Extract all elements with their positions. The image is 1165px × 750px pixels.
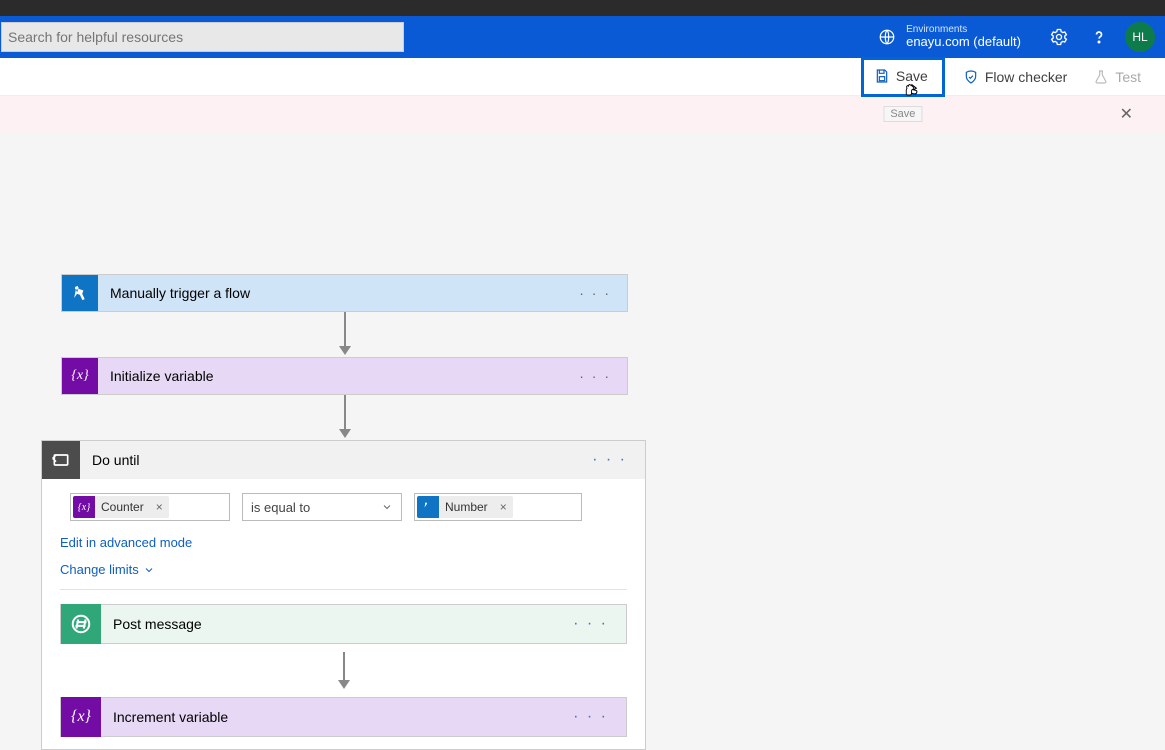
post-message-label: Post message xyxy=(101,616,555,632)
settings-button[interactable] xyxy=(1042,20,1076,54)
environment-icon xyxy=(878,28,896,46)
search-input[interactable] xyxy=(1,22,404,52)
condition-right-input[interactable]: Number × xyxy=(414,493,582,521)
save-icon xyxy=(874,68,890,84)
change-limits-link[interactable]: Change limits xyxy=(60,562,627,577)
close-icon[interactable]: ✕ xyxy=(1120,104,1133,124)
condition-row: {x} Counter × is equal to Number xyxy=(70,493,627,521)
chevron-down-icon xyxy=(381,501,393,513)
token-remove[interactable]: × xyxy=(150,496,169,518)
trigger-label: Manually trigger a flow xyxy=(98,285,563,301)
variable-icon: {x} xyxy=(62,358,98,394)
condition-left-input[interactable]: {x} Counter × xyxy=(70,493,230,521)
environment-name: enayu.com (default) xyxy=(906,35,1021,49)
number-token[interactable]: Number × xyxy=(417,496,513,518)
save-button[interactable]: Save Save xyxy=(861,57,945,97)
token-text: Counter xyxy=(95,496,150,518)
variable-icon: {x} xyxy=(61,697,101,737)
post-message-menu[interactable]: · · · xyxy=(555,615,626,633)
arrow-icon xyxy=(339,312,351,355)
test-button[interactable]: Test xyxy=(1087,65,1147,89)
checker-icon xyxy=(963,69,979,85)
arrow-icon xyxy=(339,395,351,438)
hash-icon xyxy=(61,604,101,644)
token-remove[interactable]: × xyxy=(494,496,513,518)
test-icon xyxy=(1093,69,1109,85)
increment-label: Increment variable xyxy=(101,709,555,725)
post-message-card[interactable]: Post message · · · xyxy=(60,604,627,644)
init-menu[interactable]: · · · xyxy=(563,368,627,384)
trigger-menu[interactable]: · · · xyxy=(563,285,627,301)
editor-toolbar: Save Save Flow checker Test xyxy=(0,58,1165,96)
increment-menu[interactable]: · · · xyxy=(555,708,626,726)
save-tooltip: Save xyxy=(883,106,922,122)
token-text: Number xyxy=(439,496,494,518)
do-until-header[interactable]: Do until · · · xyxy=(42,441,645,479)
do-until-menu[interactable]: · · · xyxy=(574,451,645,469)
environment-selector[interactable]: Environments enayu.com (default) xyxy=(906,24,1021,49)
flow-canvas: Manually trigger a flow · · · {x} Initia… xyxy=(0,131,1165,141)
operator-value: is equal to xyxy=(251,500,310,515)
chevron-down-icon xyxy=(143,564,155,576)
avatar[interactable]: HL xyxy=(1125,22,1155,52)
save-label: Save xyxy=(896,68,928,84)
help-button[interactable] xyxy=(1082,20,1116,54)
input-icon xyxy=(417,496,439,518)
flow-checker-label: Flow checker xyxy=(985,69,1067,85)
variable-icon: {x} xyxy=(73,496,95,518)
flow-checker-button[interactable]: Flow checker xyxy=(957,65,1073,89)
init-label: Initialize variable xyxy=(98,368,563,384)
edit-advanced-link[interactable]: Edit in advanced mode xyxy=(60,535,627,550)
do-until-card[interactable]: Do until · · · {x} Counter × is equal to xyxy=(41,440,646,750)
app-header: Environments enayu.com (default) HL xyxy=(0,16,1165,58)
test-label: Test xyxy=(1115,69,1141,85)
do-until-label: Do until xyxy=(80,452,574,468)
change-limits-label: Change limits xyxy=(60,562,139,577)
loop-icon xyxy=(42,441,80,479)
counter-token[interactable]: {x} Counter × xyxy=(73,496,169,518)
notification-bar: ✕ xyxy=(0,96,1165,131)
arrow-icon xyxy=(60,652,627,689)
operator-select[interactable]: is equal to xyxy=(242,493,402,521)
increment-variable-card[interactable]: {x} Increment variable · · · xyxy=(60,697,627,737)
trigger-icon xyxy=(62,275,98,311)
trigger-card[interactable]: Manually trigger a flow · · · xyxy=(61,274,628,312)
initialize-variable-card[interactable]: {x} Initialize variable · · · xyxy=(61,357,628,395)
browser-top-bar xyxy=(0,0,1165,16)
